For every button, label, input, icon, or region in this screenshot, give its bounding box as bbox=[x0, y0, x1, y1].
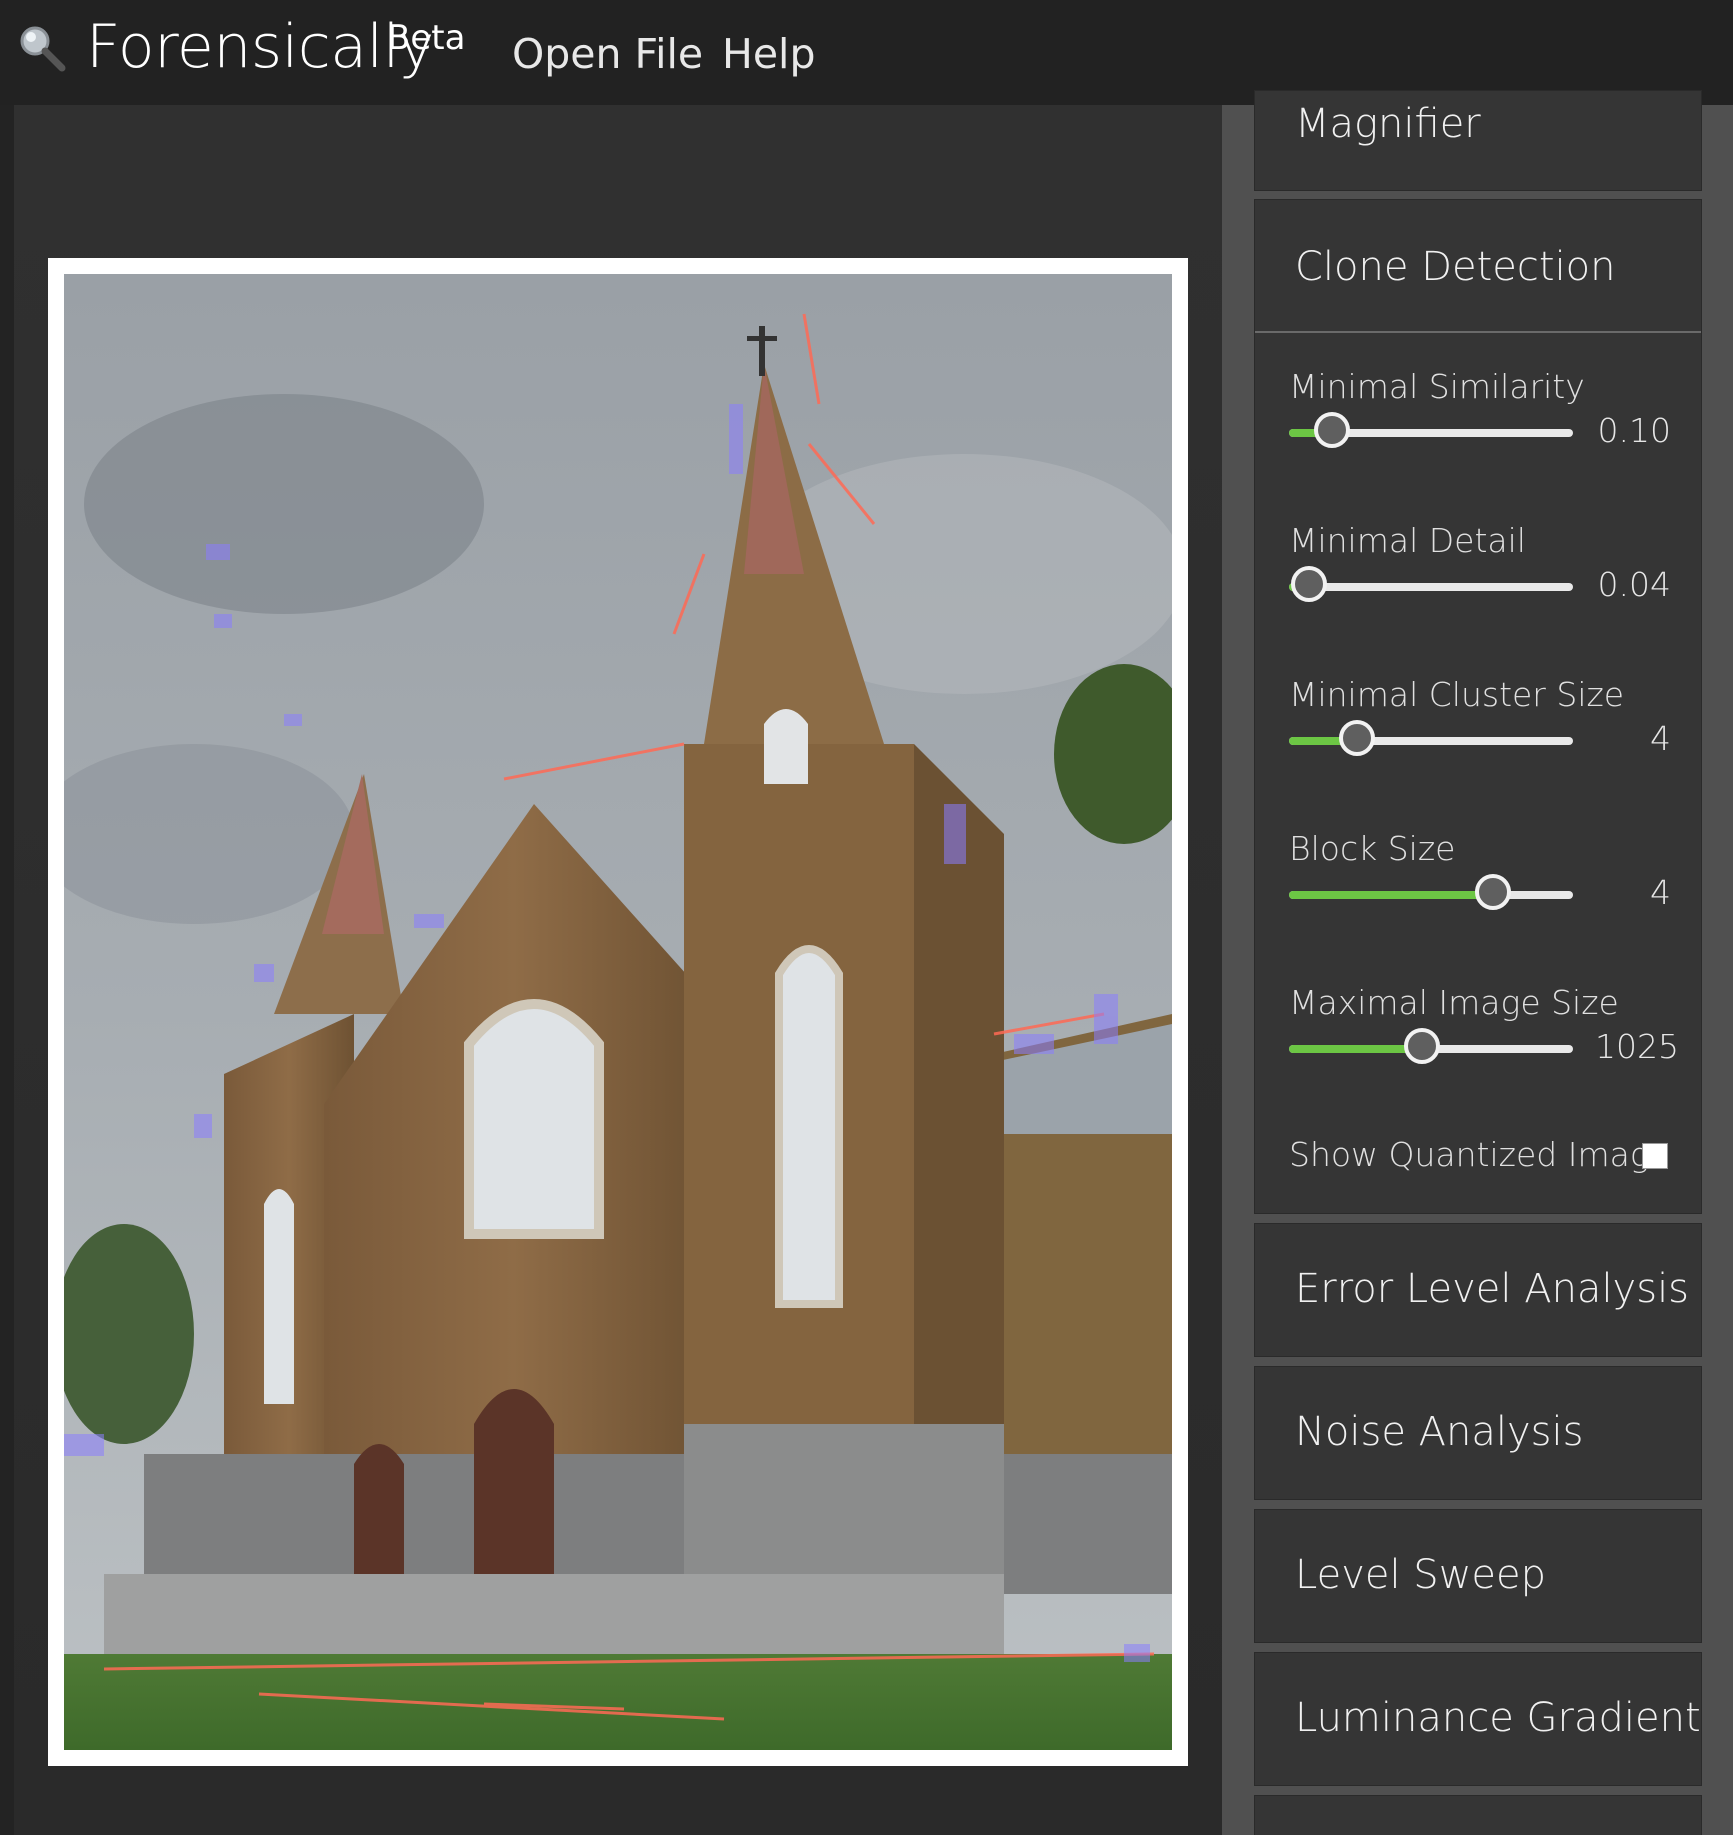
maximal-image-size-slider[interactable] bbox=[1289, 1028, 1573, 1064]
block-size-slider[interactable] bbox=[1289, 874, 1573, 910]
clone-detection-panel-title[interactable]: Clone Detection bbox=[1295, 244, 1616, 290]
church-photo-image bbox=[64, 274, 1172, 1750]
panel-divider[interactable] bbox=[1222, 105, 1254, 1835]
photo-frame bbox=[48, 258, 1188, 1766]
maximal-image-size-fill bbox=[1289, 1045, 1423, 1053]
show-quantized-image-label: Show Quantized Image bbox=[1289, 1135, 1670, 1174]
clone-detection-settings: Minimal Similarity 0.10 Minimal Detail 0… bbox=[1255, 331, 1701, 1213]
magnifier-panel-title[interactable]: Magnifier bbox=[1295, 101, 1481, 147]
block-size-fill bbox=[1289, 891, 1494, 899]
noise-analysis-panel[interactable]: Noise Analysis bbox=[1254, 1366, 1702, 1500]
block-size-thumb[interactable] bbox=[1475, 874, 1512, 910]
minimal-similarity-value: 0.10 bbox=[1597, 411, 1671, 450]
clone-detection-panel: Clone Detection Minimal Similarity 0.10 … bbox=[1254, 199, 1702, 1214]
magnifier-panel[interactable]: Magnifier bbox=[1254, 90, 1702, 191]
beta-badge: Beta bbox=[387, 18, 466, 58]
luminance-gradient-title[interactable]: Luminance Gradient bbox=[1295, 1695, 1701, 1741]
maximal-image-size-thumb[interactable] bbox=[1404, 1028, 1441, 1064]
maximal-image-size-value: 1025 bbox=[1595, 1027, 1679, 1066]
level-sweep-title[interactable]: Level Sweep bbox=[1295, 1552, 1546, 1598]
luminance-gradient-panel[interactable]: Luminance Gradient bbox=[1254, 1652, 1702, 1786]
image-viewer[interactable] bbox=[14, 105, 1222, 1835]
app-title: Forensically bbox=[86, 12, 434, 82]
minimal-similarity-slider[interactable] bbox=[1289, 412, 1573, 448]
help-menu[interactable]: Help bbox=[722, 30, 815, 78]
minimal-detail-slider[interactable] bbox=[1289, 566, 1573, 602]
error-level-analysis-title[interactable]: Error Level Analysis bbox=[1295, 1266, 1689, 1312]
magnifier-logo-icon bbox=[20, 26, 66, 72]
minimal-similarity-thumb[interactable] bbox=[1313, 412, 1350, 448]
minimal-detail-thumb[interactable] bbox=[1290, 566, 1327, 602]
sidebar-scrollbar[interactable] bbox=[1703, 105, 1733, 1835]
show-quantized-image-checkbox[interactable] bbox=[1642, 1143, 1668, 1169]
analyzed-photo[interactable] bbox=[64, 274, 1172, 1750]
minimal-cluster-size-slider[interactable] bbox=[1289, 720, 1573, 756]
minimal-cluster-size-label: Minimal Cluster Size bbox=[1289, 675, 1625, 714]
noise-analysis-title[interactable]: Noise Analysis bbox=[1295, 1409, 1583, 1455]
level-sweep-panel[interactable]: Level Sweep bbox=[1254, 1509, 1702, 1643]
minimal-similarity-label: Minimal Similarity bbox=[1289, 367, 1585, 406]
open-file-menu[interactable]: Open File bbox=[512, 30, 703, 78]
left-edge bbox=[0, 105, 14, 1835]
minimal-cluster-size-value: 4 bbox=[1650, 719, 1671, 758]
maximal-image-size-label: Maximal Image Size bbox=[1289, 983, 1619, 1022]
minimal-detail-label: Minimal Detail bbox=[1289, 521, 1526, 560]
block-size-label: Block Size bbox=[1289, 829, 1456, 868]
minimal-cluster-size-thumb[interactable] bbox=[1339, 720, 1376, 756]
block-size-value: 4 bbox=[1650, 873, 1671, 912]
minimal-detail-value: 0.04 bbox=[1597, 565, 1671, 604]
error-level-analysis-panel[interactable]: Error Level Analysis bbox=[1254, 1223, 1702, 1357]
next-tool-panel[interactable] bbox=[1254, 1795, 1702, 1835]
